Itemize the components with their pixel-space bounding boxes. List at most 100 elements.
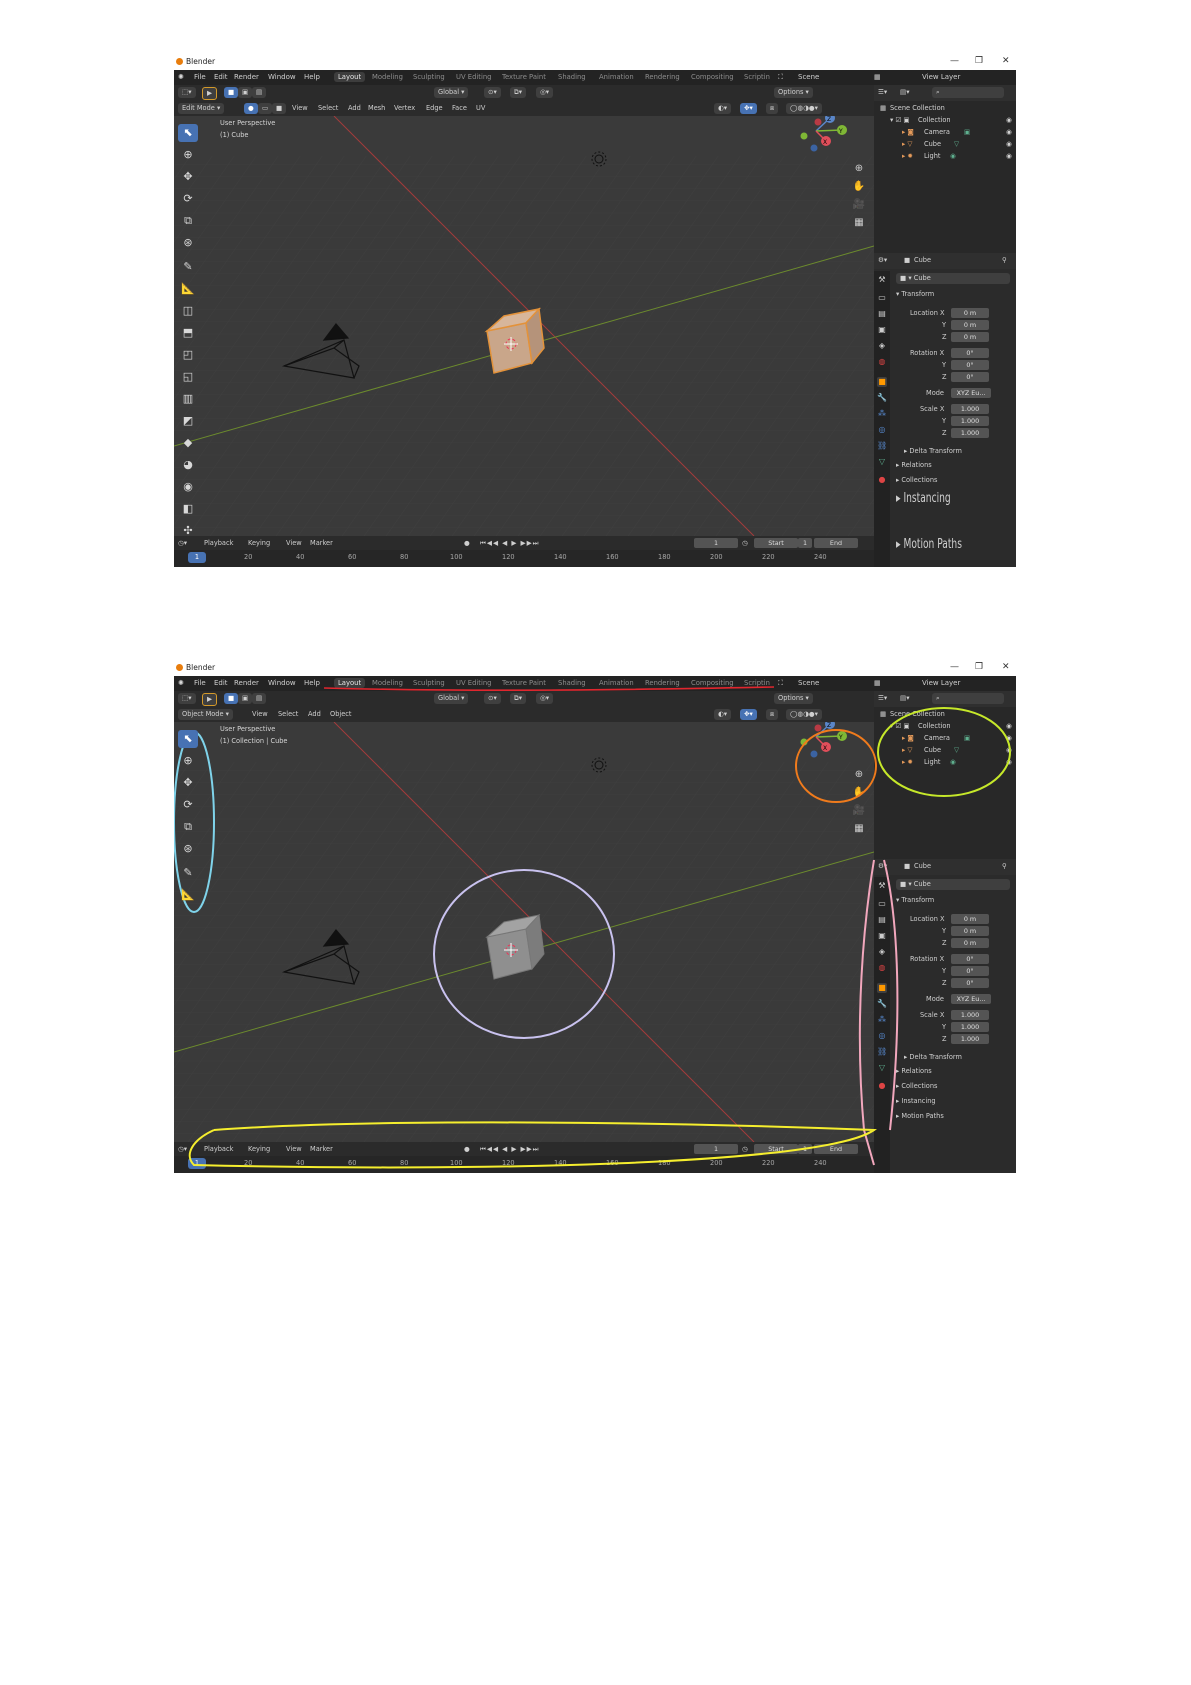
- rotation-z-field[interactable]: 0°: [951, 978, 989, 988]
- scale-x-field[interactable]: 1.000: [951, 404, 989, 414]
- grid-view-icon[interactable]: ▦: [852, 822, 866, 836]
- viewport-menu-object[interactable]: Object: [330, 710, 351, 718]
- material-tab-icon[interactable]: ●: [877, 1081, 887, 1091]
- physics-tab-icon[interactable]: ◎: [877, 1031, 887, 1041]
- poly-build-tool-icon[interactable]: ◆: [178, 434, 198, 452]
- select-tool-icon[interactable]: ▶: [202, 693, 218, 706]
- location-y-field[interactable]: 0 m: [951, 926, 989, 936]
- scale-tool-icon[interactable]: ⧉: [178, 212, 198, 230]
- tab-shading[interactable]: Shading: [554, 678, 590, 688]
- record-button-icon[interactable]: ●: [464, 539, 470, 547]
- timeline-menu-keying[interactable]: Keying: [248, 539, 270, 547]
- pin-icon[interactable]: ⚲: [1002, 256, 1007, 264]
- shading-mode-icon[interactable]: ◯◍◑●▾: [786, 103, 822, 114]
- xray-icon[interactable]: ⧈: [766, 103, 779, 114]
- tab-rendering[interactable]: Rendering: [641, 678, 684, 688]
- viewport-menu-add[interactable]: Add: [348, 104, 361, 112]
- camera-view-icon[interactable]: 🎥: [852, 804, 866, 818]
- location-z-field[interactable]: 0 m: [951, 332, 989, 342]
- pivot-icon[interactable]: ⊙▾: [484, 87, 501, 98]
- render-tab-icon[interactable]: ▭: [877, 899, 887, 909]
- tab-rendering[interactable]: Rendering: [641, 72, 684, 82]
- outliner-item-collection[interactable]: ▾ ☑ ▣ Collection ◉: [874, 721, 1016, 733]
- pivot-icon[interactable]: ⊙▾: [484, 693, 501, 704]
- move-tool-icon[interactable]: ✥: [178, 774, 198, 792]
- close-button[interactable]: ✕: [1002, 56, 1010, 66]
- location-x-field[interactable]: 0 m: [951, 914, 989, 924]
- object-tab-icon[interactable]: ■: [877, 983, 887, 993]
- playback-controls-icon[interactable]: ⏮◀◀ ◀ ▶ ▶▶⏭: [480, 539, 540, 548]
- visibility-eye-icon[interactable]: ◉: [1006, 116, 1012, 124]
- cursor-tool-icon[interactable]: ⊕: [178, 146, 198, 164]
- menu-render[interactable]: Render: [234, 679, 259, 687]
- visibility-eye-icon[interactable]: ◉: [1006, 140, 1012, 148]
- visibility-eye-icon[interactable]: ◉: [1006, 758, 1012, 766]
- timeline-menu-view[interactable]: View: [286, 1145, 302, 1153]
- proportional-icon[interactable]: ◎▾: [536, 87, 554, 98]
- outliner-item-collection[interactable]: ▾ ☑ ▣ Collection ◉: [874, 115, 1016, 127]
- outliner-filter-icon[interactable]: ▤▾: [900, 88, 910, 96]
- mesh-name-field[interactable]: ■ ▾ Cube: [896, 273, 1010, 284]
- rotation-z-field[interactable]: 0°: [951, 372, 989, 382]
- collections-panel[interactable]: ▸ Collections: [896, 476, 937, 484]
- rotate-tool-icon[interactable]: ⟳: [178, 190, 198, 208]
- mode-dropdown[interactable]: Edit Mode ▾: [178, 103, 225, 114]
- minimize-button[interactable]: —: [950, 56, 959, 66]
- options-dropdown[interactable]: Options ▾: [774, 693, 813, 704]
- tab-sculpting[interactable]: Sculpting: [409, 72, 449, 82]
- cursor-tool-icon[interactable]: ⊕: [178, 752, 198, 770]
- world-tab-icon[interactable]: ◍: [877, 357, 887, 367]
- snap-icon[interactable]: ⧉▾: [510, 693, 527, 704]
- modifier-tab-icon[interactable]: 🔧: [877, 999, 887, 1009]
- xray-icon[interactable]: ⧈: [766, 709, 779, 720]
- location-z-field[interactable]: 0 m: [951, 938, 989, 948]
- inset-tool-icon[interactable]: ◰: [178, 346, 198, 364]
- instancing-panel[interactable]: ▸ Instancing: [896, 491, 951, 506]
- pin-icon[interactable]: ⚲: [1002, 862, 1007, 870]
- tab-sculpting[interactable]: Sculpting: [409, 678, 449, 688]
- menu-window[interactable]: Window: [268, 679, 296, 687]
- timeline-menu-playback[interactable]: Playback: [204, 1145, 233, 1153]
- timeline-menu-keying[interactable]: Keying: [248, 1145, 270, 1153]
- current-frame-marker[interactable]: 1: [188, 552, 206, 563]
- properties-editor-icon[interactable]: ⚙▾: [878, 862, 887, 870]
- delta-transform-panel[interactable]: ▸ Delta Transform: [904, 1053, 962, 1061]
- viewport-menu-uv[interactable]: UV: [476, 104, 485, 112]
- maximize-button[interactable]: ❐: [975, 662, 983, 672]
- select-mode-extend-icon[interactable]: ▣: [238, 87, 253, 98]
- camera-view-icon[interactable]: 🎥: [852, 198, 866, 212]
- 3d-viewport[interactable]: Z Y X User Perspective (1) Collection | …: [174, 722, 874, 1142]
- tab-modeling[interactable]: Modeling: [368, 678, 407, 688]
- rotation-x-field[interactable]: 0°: [951, 954, 989, 964]
- data-tab-icon[interactable]: ▽: [877, 457, 887, 467]
- outliner-editor-icon[interactable]: ☰▾: [878, 88, 887, 96]
- playback-controls-icon[interactable]: ⏮◀◀ ◀ ▶ ▶▶⏭: [480, 1145, 540, 1154]
- measure-tool-icon[interactable]: 📐: [178, 280, 198, 298]
- object-tab-icon[interactable]: ■: [877, 377, 887, 387]
- properties-editor-icon[interactable]: ⚙▾: [878, 256, 887, 264]
- constraints-tab-icon[interactable]: ⛓: [877, 1047, 887, 1057]
- rotation-mode-dropdown[interactable]: XYZ Eu...: [951, 388, 991, 398]
- start-frame-field[interactable]: 1: [798, 538, 812, 548]
- zoom-icon[interactable]: ⊕: [852, 768, 866, 782]
- outliner-search-input[interactable]: ⌕: [932, 693, 1004, 704]
- outliner-item-camera[interactable]: ▸ ◙ Camera ▣ ◉: [874, 127, 1016, 139]
- visibility-eye-icon[interactable]: ◉: [1006, 734, 1012, 742]
- select-mode-new-icon[interactable]: ■: [224, 87, 239, 98]
- tab-layout[interactable]: Layout: [334, 678, 366, 688]
- editor-type-button[interactable]: ⬚▾: [178, 693, 196, 704]
- pan-hand-icon[interactable]: ✋: [852, 180, 866, 194]
- instancing-panel[interactable]: ▸ Instancing: [896, 1097, 936, 1105]
- modifier-tab-icon[interactable]: 🔧: [877, 393, 887, 403]
- tab-texture-paint[interactable]: Texture Paint: [498, 678, 550, 688]
- view-layer-tab-icon[interactable]: ▣: [877, 325, 887, 335]
- tab-shading[interactable]: Shading: [554, 72, 590, 82]
- transform-tool-icon[interactable]: ⊛: [178, 840, 198, 858]
- scene-name[interactable]: Scene: [798, 73, 819, 81]
- annotate-tool-icon[interactable]: ✎: [178, 258, 198, 276]
- menu-help[interactable]: Help: [304, 679, 320, 687]
- grid-view-icon[interactable]: ▦: [852, 216, 866, 230]
- mode-dropdown[interactable]: Object Mode ▾: [178, 709, 233, 720]
- physics-tab-icon[interactable]: ◎: [877, 425, 887, 435]
- timeline-menu-view[interactable]: View: [286, 539, 302, 547]
